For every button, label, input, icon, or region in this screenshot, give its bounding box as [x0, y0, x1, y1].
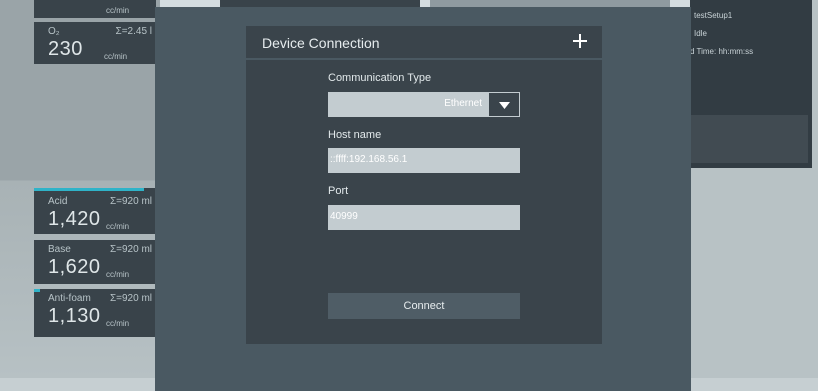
flow-card-name: Acid: [48, 196, 68, 207]
status-time: d Time: hh:mm:ss: [690, 47, 754, 56]
flow-card-partial-value: [48, 0, 54, 13]
flow-card-value: 1,420: [48, 208, 101, 230]
host-name-label: Host name: [328, 129, 382, 141]
port-field[interactable]: 40999: [328, 205, 520, 230]
dialog-header: Device Connection: [246, 26, 602, 60]
dialog-title: Device Connection: [262, 35, 380, 51]
flow-card-partial[interactable]: cc/min: [34, 0, 156, 18]
dropdown-toggle[interactable]: [488, 92, 520, 117]
flow-card-partial-unit: cc/min: [106, 6, 130, 15]
flow-card-progress: [34, 188, 144, 191]
connect-button[interactable]: Connect: [328, 293, 520, 319]
screen: cc/min O₂ Σ=2.45 l 230 cc/min Acid Σ=920…: [0, 0, 818, 391]
flow-card-value: 1,620: [48, 256, 101, 278]
port-value: 40999: [330, 211, 358, 222]
port-label: Port: [328, 185, 349, 197]
plus-icon[interactable]: [568, 29, 592, 53]
flow-card-acid[interactable]: Acid Σ=920 ml 1,420 cc/min: [34, 188, 156, 234]
flow-card-o2[interactable]: O₂ Σ=2.45 l 230 cc/min: [34, 22, 156, 64]
communication-type-label: Communication Type: [328, 72, 432, 84]
host-name-field[interactable]: ::ffff:192.168.56.1: [328, 148, 520, 173]
communication-type-value: Ethernet: [444, 98, 482, 109]
status-state: Idle: [694, 29, 707, 38]
chevron-down-icon: [499, 102, 510, 109]
flow-card-name: Base: [48, 244, 71, 255]
status-inner-box: [690, 115, 808, 163]
flow-card-unit: cc/min: [104, 52, 128, 61]
flow-card-unit: cc/min: [106, 270, 130, 279]
flow-card-unit: cc/min: [106, 222, 130, 231]
flow-card-total: Σ=920 ml: [109, 244, 152, 255]
flow-card-total: Σ=2.45 l: [115, 26, 152, 37]
flow-card-unit: cc/min: [106, 319, 130, 328]
flow-card-progress: [34, 289, 40, 292]
host-name-value: ::ffff:192.168.56.1: [330, 154, 408, 165]
status-panel: testSetup1 Idle d Time: hh:mm:ss: [690, 0, 812, 168]
flow-card-value: 1,130: [48, 305, 101, 327]
flow-card-name: O₂: [48, 26, 60, 37]
status-setup: testSetup1: [694, 11, 733, 20]
communication-type-select[interactable]: Ethernet: [328, 92, 520, 117]
flow-card-total: Σ=920 ml: [109, 196, 152, 207]
flow-card-total: Σ=920 ml: [109, 293, 152, 304]
flow-card-name: Anti-foam: [48, 293, 91, 304]
device-connection-dialog: Device Connection Communication Type Eth…: [246, 26, 602, 344]
flow-card-value: 230: [48, 38, 83, 60]
flow-card-base[interactable]: Base Σ=920 ml 1,620 cc/min: [34, 240, 156, 284]
flow-card-antifoam[interactable]: Anti-foam Σ=920 ml 1,130 cc/min: [34, 289, 156, 337]
